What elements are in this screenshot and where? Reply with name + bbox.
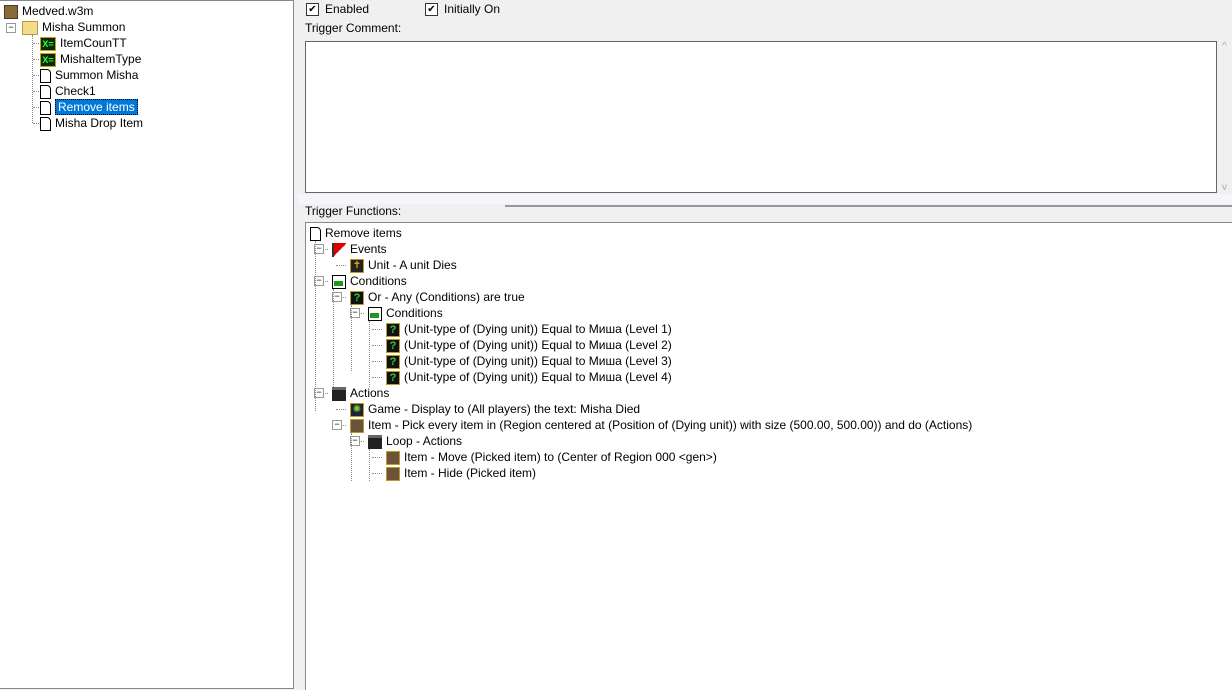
item-chest-icon <box>386 450 400 465</box>
condition-question-icon: ? <box>386 370 400 385</box>
game-icon: ✺ <box>350 402 364 417</box>
trigger-functions-tree[interactable]: Remove items − Events ✝ Unit - A unit Dies − C… <box>305 222 1232 690</box>
event-flag-icon <box>332 242 346 257</box>
trigger-icon <box>40 100 51 115</box>
tree-item-label: Summon Misha <box>55 68 139 82</box>
enabled-checkbox[interactable]: ✔ Enabled <box>306 1 369 17</box>
tree-item[interactable]: Misha Drop Item <box>40 115 143 131</box>
condition-question-icon: ? <box>386 338 400 353</box>
unit-icon: ✝ <box>350 258 364 273</box>
function-row[interactable]: ✺ Game - Display to (All players) the tex… <box>350 401 640 417</box>
function-row[interactable]: ? (Unit-type of (Dying unit)) Equal to Ми… <box>386 321 672 337</box>
function-text: Conditions <box>386 306 443 320</box>
tree-folder[interactable]: Misha Summon <box>22 19 125 35</box>
action-clapper-icon <box>368 434 382 449</box>
tree-item[interactable]: X= MishaItemType <box>40 51 141 67</box>
function-row[interactable]: Events <box>332 241 387 257</box>
item-chest-icon <box>350 418 364 433</box>
trigger-tree-panel[interactable]: Medved.w3m − Misha Summon X= ItemCounTT X=… <box>0 0 294 689</box>
trigger-comment-label: Trigger Comment: <box>305 21 402 35</box>
initially-on-label: Initially On <box>444 2 501 16</box>
function-text: Or - Any (Conditions) are true <box>368 290 525 304</box>
variable-icon: X= <box>40 36 56 51</box>
collapse-toggle[interactable]: − <box>332 420 342 430</box>
comment-scrollbar[interactable]: ^ v <box>1217 41 1232 193</box>
function-row[interactable]: Actions <box>332 385 389 401</box>
tree-item[interactable]: Check1 <box>40 83 96 99</box>
variable-icon: X= <box>40 52 56 67</box>
tree-item-label: Check1 <box>55 84 96 98</box>
condition-icon <box>332 274 346 289</box>
function-text: (Unit-type of (Dying unit)) Equal to Миш… <box>404 338 672 352</box>
function-text: Unit - A unit Dies <box>368 258 457 272</box>
initially-on-checkbox[interactable]: ✔ Initially On <box>425 1 500 17</box>
trigger-icon <box>40 68 51 83</box>
function-text: (Unit-type of (Dying unit)) Equal to Миш… <box>404 354 672 368</box>
trigger-icon <box>310 226 321 241</box>
function-text: Item - Pick every item in (Region center… <box>368 418 973 432</box>
function-text: Actions <box>350 386 390 400</box>
tree-item-label: Remove items <box>55 99 138 115</box>
function-text: (Unit-type of (Dying unit)) Equal to Миш… <box>404 322 672 336</box>
map-icon <box>4 4 18 19</box>
function-row[interactable]: Loop - Actions <box>368 433 462 449</box>
condition-question-icon: ? <box>386 354 400 369</box>
function-row[interactable]: Item - Hide (Picked item) <box>386 465 536 481</box>
condition-icon <box>368 306 382 321</box>
tree-item[interactable]: X= ItemCounTT <box>40 35 127 51</box>
trigger-icon <box>40 84 51 99</box>
folder-name: Misha Summon <box>42 20 126 34</box>
tree-item-label: MishaItemType <box>60 52 142 66</box>
condition-question-icon: ? <box>386 322 400 337</box>
function-row[interactable]: Conditions <box>368 305 443 321</box>
function-text: Item - Hide (Picked item) <box>404 466 537 480</box>
trigger-functions-label: Trigger Functions: <box>305 204 402 218</box>
tree-item-label: Misha Drop Item <box>55 116 144 130</box>
function-row[interactable]: ? Or - Any (Conditions) are true <box>350 289 525 305</box>
map-name: Medved.w3m <box>22 4 94 18</box>
tree-item[interactable]: Remove items <box>40 99 138 115</box>
function-text: Loop - Actions <box>386 434 463 448</box>
function-text: (Unit-type of (Dying unit)) Equal to Миш… <box>404 370 672 384</box>
enabled-label: Enabled <box>325 2 370 16</box>
trigger-comment-textarea[interactable] <box>305 41 1217 193</box>
collapse-toggle[interactable]: − <box>6 23 16 33</box>
function-row[interactable]: Item - Move (Picked item) to (Center of … <box>386 449 717 465</box>
function-row[interactable]: Item - Pick every item in (Region center… <box>350 417 972 433</box>
function-row[interactable]: ? (Unit-type of (Dying unit)) Equal to Ми… <box>386 369 672 385</box>
splitter[interactable] <box>298 194 1232 204</box>
trigger-icon <box>40 116 51 131</box>
check-icon: ✔ <box>306 3 319 17</box>
function-row[interactable]: ? (Unit-type of (Dying unit)) Equal to Ми… <box>386 337 672 353</box>
item-chest-icon <box>386 466 400 481</box>
function-row[interactable]: Remove items <box>310 225 402 241</box>
check-icon: ✔ <box>425 3 438 17</box>
folder-icon <box>22 20 38 35</box>
function-text: Game - Display to (All players) the text… <box>368 402 641 416</box>
function-row[interactable]: ? (Unit-type of (Dying unit)) Equal to Ми… <box>386 353 672 369</box>
tree-item-label: ItemCounTT <box>60 36 127 50</box>
function-text: Events <box>350 242 387 256</box>
scroll-up-icon[interactable]: ^ <box>1217 41 1232 52</box>
function-text: Remove items <box>325 226 402 240</box>
function-text: Item - Move (Picked item) to (Center of … <box>404 450 717 464</box>
function-row[interactable]: Conditions <box>332 273 407 289</box>
condition-question-icon: ? <box>350 290 364 305</box>
tree-item[interactable]: Summon Misha <box>40 67 138 83</box>
tree-root-map[interactable]: Medved.w3m <box>4 3 93 19</box>
function-row[interactable]: ✝ Unit - A unit Dies <box>350 257 457 273</box>
scroll-down-icon[interactable]: v <box>1217 182 1232 193</box>
action-clapper-icon <box>332 386 346 401</box>
function-text: Conditions <box>350 274 407 288</box>
